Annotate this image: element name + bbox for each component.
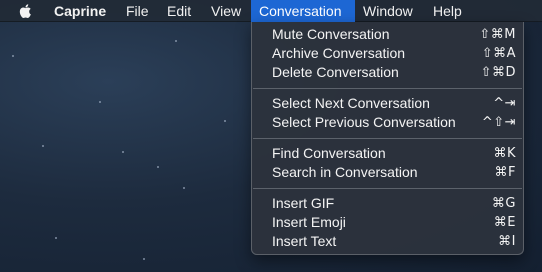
menu-item-shortcut: ⌘G [491, 196, 516, 211]
menu-item-insert-emoji[interactable]: Insert Emoji ⌘E [252, 213, 523, 232]
star [157, 166, 159, 168]
menu-separator [253, 88, 522, 89]
menu-item-label: Delete Conversation [272, 64, 399, 80]
menu-item-mute-conversation[interactable]: Mute Conversation ⇧⌘M [252, 25, 523, 44]
menu-conversation[interactable]: Conversation [251, 0, 355, 22]
menu-item-select-next-conversation[interactable]: Select Next Conversation ^⇥ [252, 94, 523, 113]
apple-logo-icon[interactable] [18, 3, 34, 19]
menu-item-label: Archive Conversation [272, 45, 406, 61]
menu-item-search-in-conversation[interactable]: Search in Conversation ⌘F [252, 163, 523, 182]
menu-item-select-previous-conversation[interactable]: Select Previous Conversation ^⇧⇥ [252, 113, 523, 132]
menu-item-shortcut: ⌘I [498, 234, 516, 249]
menu-item-label: Insert Emoji [272, 214, 346, 230]
menu-item-insert-gif[interactable]: Insert GIF ⌘G [252, 194, 523, 213]
star [183, 187, 185, 189]
menu-separator [253, 188, 522, 189]
menu-window[interactable]: Window [355, 0, 421, 22]
menu-separator [253, 138, 522, 139]
star [99, 101, 101, 103]
star [175, 40, 177, 42]
star [55, 237, 57, 239]
menu-item-label: Insert Text [272, 233, 337, 249]
menu-item-label: Select Previous Conversation [272, 114, 456, 130]
menu-item-shortcut: ⌘E [493, 215, 516, 230]
menu-item-find-conversation[interactable]: Find Conversation ⌘K [252, 144, 523, 163]
star [122, 151, 124, 153]
menu-item-label: Insert GIF [272, 195, 335, 211]
menu-item-label: Select Next Conversation [272, 95, 430, 111]
menu-item-label: Search in Conversation [272, 164, 418, 180]
star [42, 145, 44, 147]
menu-app-caprine[interactable]: Caprine [46, 0, 114, 22]
conversation-dropdown-menu: Mute Conversation ⇧⌘M Archive Conversati… [251, 22, 524, 255]
menu-item-insert-text[interactable]: Insert Text ⌘I [252, 232, 523, 251]
menu-help[interactable]: Help [425, 0, 470, 22]
menu-item-shortcut: ^⇥ [493, 96, 516, 111]
menu-item-shortcut: ⌘F [494, 165, 516, 180]
menu-item-shortcut: ⇧⌘M [479, 27, 516, 42]
star [143, 258, 145, 260]
menu-bar: Caprine File Edit View Conversation Wind… [0, 0, 542, 22]
menu-item-shortcut: ⇧⌘D [480, 65, 516, 80]
menu-item-label: Mute Conversation [272, 26, 390, 42]
menu-item-archive-conversation[interactable]: Archive Conversation ⇧⌘A [252, 44, 523, 63]
menu-file[interactable]: File [118, 0, 157, 22]
menu-item-delete-conversation[interactable]: Delete Conversation ⇧⌘D [252, 63, 523, 82]
star [12, 55, 14, 57]
menu-edit[interactable]: Edit [159, 0, 199, 22]
menu-item-shortcut: ⇧⌘A [481, 46, 516, 61]
menu-item-shortcut: ^⇧⇥ [481, 115, 516, 130]
menu-item-label: Find Conversation [272, 145, 386, 161]
menu-view[interactable]: View [203, 0, 249, 22]
star [224, 120, 226, 122]
menu-item-shortcut: ⌘K [493, 146, 516, 161]
